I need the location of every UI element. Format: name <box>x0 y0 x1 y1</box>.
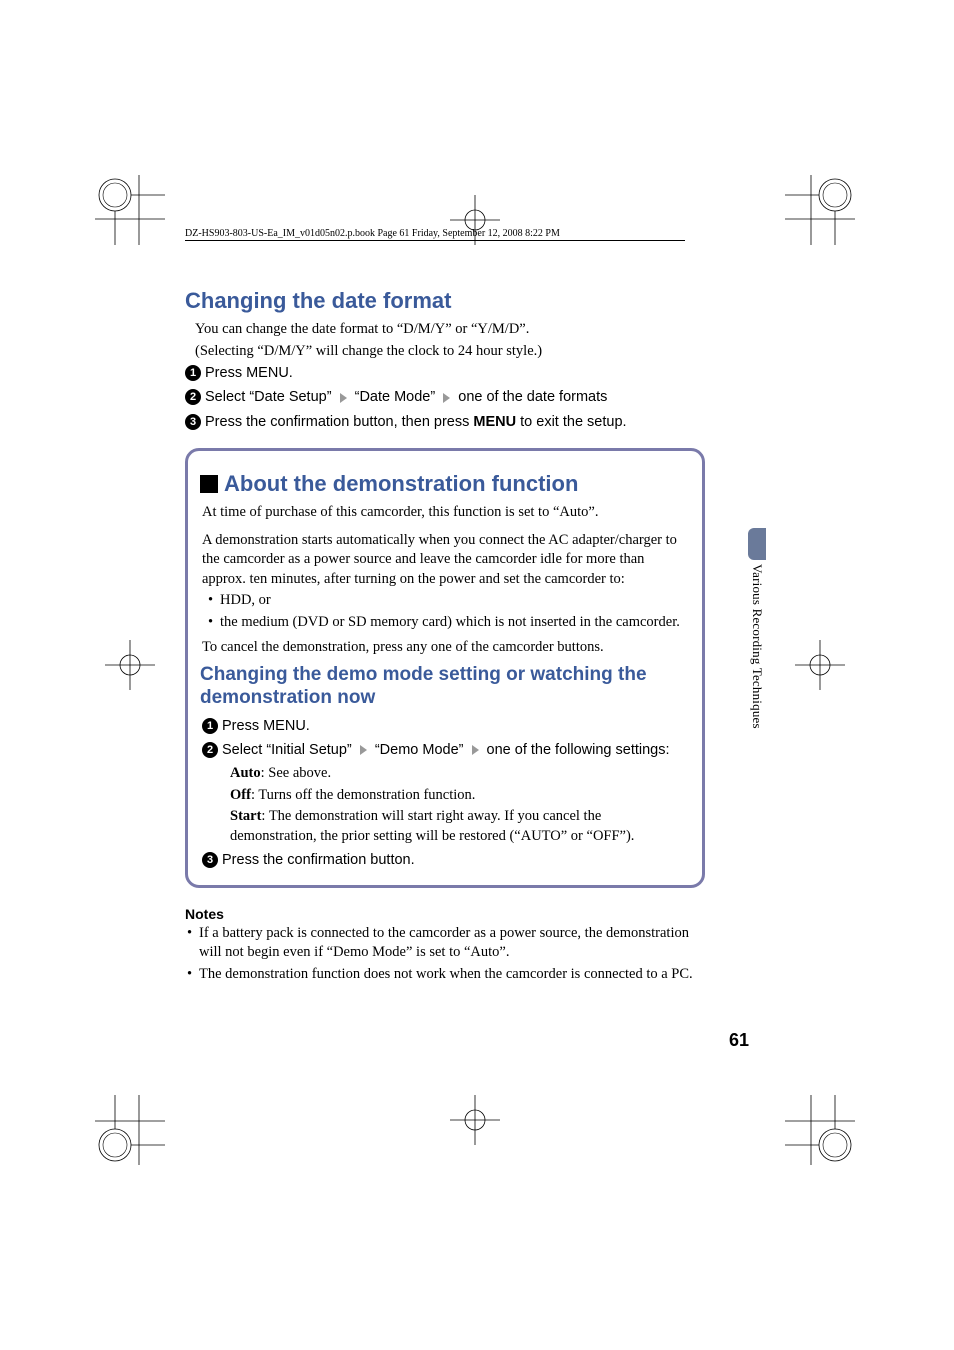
square-bullet-icon <box>200 475 218 493</box>
registration-mark-icon <box>450 1095 500 1145</box>
note-item: If a battery pack is connected to the ca… <box>185 924 705 963</box>
registration-mark-icon <box>795 640 845 690</box>
option-line: Start: The demonstration will start righ… <box>230 807 688 846</box>
step-text: Press MENU. <box>222 716 310 736</box>
step-row: 2 Select “Date Setup” “Date Mode” one of… <box>185 387 705 407</box>
option-line: Auto: See above. <box>230 764 688 784</box>
step-number-icon: 1 <box>185 365 201 381</box>
heading-changing-demo-mode: Changing the demo mode setting or watchi… <box>200 664 688 710</box>
step-text: Select “Date Setup” “Date Mode” one of t… <box>205 387 607 407</box>
step-row: 1 Press MENU. <box>202 716 688 736</box>
heading-text: About the demonstration function <box>224 471 578 496</box>
arrow-right-icon <box>340 393 347 403</box>
step-fragment: Press the confirmation button, then pres… <box>205 414 473 430</box>
step-number-icon: 1 <box>202 718 218 734</box>
note-item: The demonstration function does not work… <box>185 965 705 985</box>
option-desc: : The demonstration will start right awa… <box>230 808 634 844</box>
header-rule <box>185 240 685 241</box>
arrow-right-icon <box>472 745 479 755</box>
page-number: 61 <box>729 1030 749 1051</box>
step-fragment: one of the following settings: <box>487 742 670 758</box>
step-number-icon: 3 <box>185 414 201 430</box>
option-name: Off <box>230 787 251 803</box>
callout-box: About the demonstration function At time… <box>185 448 705 888</box>
step-text: Press the confirmation button, then pres… <box>205 412 627 432</box>
registration-mark-icon <box>105 640 155 690</box>
arrow-right-icon <box>360 745 367 755</box>
registration-mark-icon <box>785 1095 855 1165</box>
option-name: Start <box>230 808 261 824</box>
option-name: Auto <box>230 765 261 781</box>
step-row: 2 Select “Initial Setup” “Demo Mode” one… <box>202 740 688 760</box>
section-tab-label: Various Recording Techniques <box>749 564 765 729</box>
body-text: At time of purchase of this camcorder, t… <box>202 503 688 523</box>
arrow-right-icon <box>443 393 450 403</box>
step-text: Press MENU. <box>205 363 293 383</box>
option-desc: : Turns off the demonstration function. <box>251 787 475 803</box>
bullet-item: the medium (DVD or SD memory card) which… <box>208 613 688 633</box>
step-row: 1 Press MENU. <box>185 363 705 383</box>
step-fragment: Select “Initial Setup” <box>222 742 352 758</box>
step-fragment: to exit the setup. <box>516 414 626 430</box>
step-fragment: Select “Date Setup” <box>205 389 332 405</box>
step-number-icon: 2 <box>202 742 218 758</box>
step-number-icon: 2 <box>185 389 201 405</box>
body-text: (Selecting “D/M/Y” will change the clock… <box>195 342 705 362</box>
step-row: 3 Press the confirmation button, then pr… <box>185 412 705 432</box>
bullet-item: HDD, or <box>208 591 688 611</box>
running-header: DZ-HS903-803-US-Ea_IM_v01d05n02.p.book P… <box>185 228 560 239</box>
body-text: You can change the date format to “D/M/Y… <box>195 320 705 340</box>
body-text: A demonstration starts automatically whe… <box>202 531 688 590</box>
registration-mark-icon <box>95 1095 165 1165</box>
section-tab <box>748 528 766 560</box>
step-text: Select “Initial Setup” “Demo Mode” one o… <box>222 740 670 760</box>
step-bold: MENU <box>473 414 516 430</box>
step-text: Press the confirmation button. <box>222 850 415 870</box>
registration-mark-icon <box>95 175 165 245</box>
option-line: Off: Turns off the demonstration functio… <box>230 786 688 806</box>
step-fragment: “Date Mode” <box>355 389 436 405</box>
step-row: 3 Press the confirmation button. <box>202 850 688 870</box>
step-fragment: one of the date formats <box>458 389 607 405</box>
notes-heading: Notes <box>185 906 705 922</box>
option-desc: : See above. <box>261 765 331 781</box>
registration-mark-icon <box>785 175 855 245</box>
heading-changing-date-format: Changing the date format <box>185 288 705 314</box>
step-fragment: “Demo Mode” <box>375 742 464 758</box>
step-number-icon: 3 <box>202 852 218 868</box>
body-text: To cancel the demonstration, press any o… <box>202 638 688 658</box>
heading-about-demo: About the demonstration function <box>200 471 688 497</box>
